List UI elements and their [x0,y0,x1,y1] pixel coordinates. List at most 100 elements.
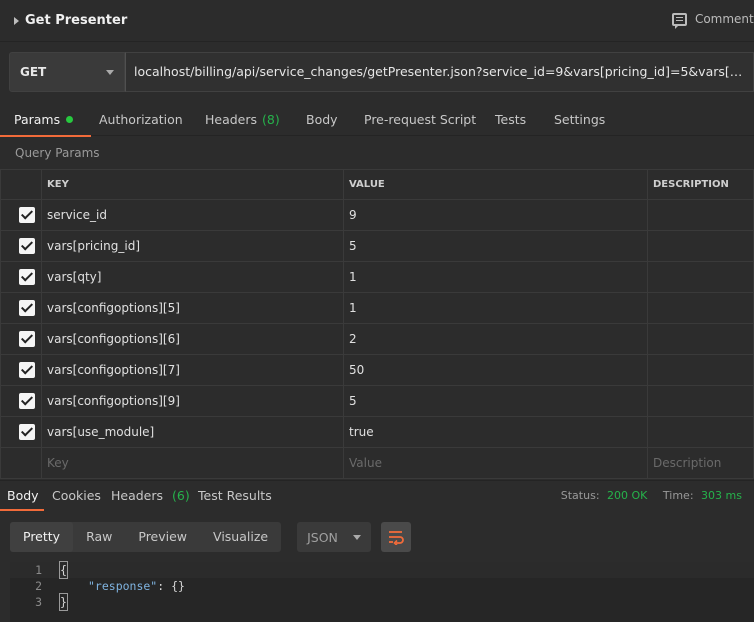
response-status: Status: 200 OK Time: 303 ms [561,489,742,502]
tab-body[interactable]: Body [306,103,338,136]
param-key-cell[interactable]: vars[configoptions][6] [41,323,344,355]
param-value-cell[interactable]: 1 [343,292,648,324]
resp-tab-body[interactable]: Body [0,488,44,511]
code-line: 3 } [10,593,754,611]
tab-settings[interactable]: Settings [554,103,605,136]
param-checkbox[interactable] [19,424,35,440]
url-input[interactable]: localhost/billing/api/service_changes/ge… [125,52,754,92]
resp-tab-headers[interactable]: Headers (6) [111,488,190,503]
view-pretty-button[interactable]: Pretty [10,522,74,552]
param-key-cell[interactable]: service_id [41,199,344,231]
header-key: KEY [41,169,344,200]
param-value-cell[interactable]: 50 [343,354,648,386]
param-value-cell[interactable]: 2 [343,323,648,355]
resp-tab-cookies[interactable]: Cookies [52,488,101,503]
status-value[interactable]: 200 OK [607,489,647,502]
table-row: vars[configoptions][9] 5 [0,385,754,417]
tab-tests[interactable]: Tests [495,103,526,136]
param-description-cell[interactable] [647,230,754,262]
request-title[interactable]: Get Presenter [25,13,127,28]
param-value-cell[interactable]: true [343,416,648,448]
collapse-caret-icon[interactable] [14,16,19,25]
code-line: 2 "response": {} [10,578,754,594]
method-select[interactable]: GET [9,52,125,92]
response-tabs: Body Cookies Headers (6) Test Results St… [0,480,754,511]
wrap-lines-button[interactable] [381,522,412,552]
url-bar: GET localhost/billing/api/service_change… [9,52,754,92]
new-value-input[interactable]: Value [343,447,648,479]
header-description: DESCRIPTION [647,169,754,200]
new-key-input[interactable]: Key [41,447,344,479]
table-header-row: KEY VALUE DESCRIPTION [0,169,754,200]
tab-prerequest-label: Pre-request Script [364,112,477,127]
chevron-down-icon [106,69,114,75]
tab-prerequest-script[interactable]: Pre-request Script [364,103,476,136]
table-row: vars[configoptions][6] 2 [0,323,754,355]
param-description-cell[interactable] [647,323,754,355]
param-checkbox[interactable] [19,238,35,254]
tab-authorization-label: Authorization [99,112,183,127]
response-body-editor[interactable]: 1 { 2 "response": {} 3 } [10,561,754,622]
time-value[interactable]: 303 ms [701,489,742,502]
param-description-cell[interactable] [647,261,754,293]
format-select[interactable]: JSON [297,522,372,552]
param-key-cell[interactable]: vars[use_module] [41,416,344,448]
param-checkbox[interactable] [19,331,35,347]
tab-authorization[interactable]: Authorization [99,103,183,136]
header-value: VALUE [343,169,648,200]
param-description-cell[interactable] [647,385,754,417]
param-value-cell[interactable]: 5 [343,385,648,417]
headers-count: (8) [262,112,280,127]
new-description-input[interactable]: Description [647,447,754,479]
table-row: vars[pricing_id] 5 [0,230,754,262]
param-key-cell[interactable]: vars[pricing_id] [41,230,344,262]
params-active-dot-icon [66,116,74,123]
comment-icon [671,12,687,29]
json-rest: : {} [157,579,185,593]
query-params-table: KEY VALUE DESCRIPTION service_id 9 vars[… [0,169,754,479]
tab-params-label: Params [14,112,61,127]
param-key-cell[interactable]: vars[configoptions][9] [41,385,344,417]
param-checkbox[interactable] [19,393,35,409]
param-key-cell[interactable]: vars[qty] [41,261,344,293]
param-checkbox[interactable] [19,300,35,316]
code-line: 1 { [10,561,754,579]
method-label: GET [20,65,47,79]
param-value-cell[interactable]: 1 [343,261,648,293]
param-value-cell[interactable]: 9 [343,199,648,231]
resp-tab-headers-label: Headers [111,488,164,503]
comments-label: Comments [694,12,754,26]
param-description-cell[interactable] [647,199,754,231]
view-mode-group: Pretty Raw Preview Visualize [10,522,282,552]
view-raw-button[interactable]: Raw [73,522,125,552]
status-label: Status: [560,489,600,502]
response-toolbar: Pretty Raw Preview Visualize JSON [10,522,412,552]
code-text: } [59,593,68,611]
table-row: vars[qty] 1 [0,261,754,293]
param-description-cell[interactable] [647,292,754,324]
view-visualize-button[interactable]: Visualize [200,522,281,552]
view-preview-button[interactable]: Preview [125,522,200,552]
param-value-cell[interactable]: 5 [343,230,648,262]
tab-headers[interactable]: Headers (8) [205,103,280,136]
json-key: "response" [88,579,158,593]
param-description-cell[interactable] [647,416,754,448]
param-checkbox[interactable] [19,362,35,378]
request-tabs: Params Authorization Headers (8) Body Pr… [0,103,754,137]
comments-button[interactable]: Comments [671,12,754,29]
header-checkbox-cell [0,169,42,200]
line-number: 1 [35,563,42,577]
param-key-cell[interactable]: vars[configoptions][5] [41,292,344,324]
param-description-cell[interactable] [647,354,754,386]
tab-params[interactable]: Params [0,103,92,137]
wrap-lines-icon [389,531,404,545]
param-checkbox[interactable] [19,207,35,223]
tab-tests-label: Tests [495,112,527,127]
param-checkbox[interactable] [19,269,35,285]
table-row: vars[configoptions][7] 50 [0,354,754,386]
code-text: { [59,561,68,579]
param-key-cell[interactable]: vars[configoptions][7] [41,354,344,386]
resp-tab-test-results[interactable]: Test Results [198,488,272,503]
tab-headers-label: Headers [205,112,258,127]
request-title-bar: Get Presenter Comments [0,0,754,42]
